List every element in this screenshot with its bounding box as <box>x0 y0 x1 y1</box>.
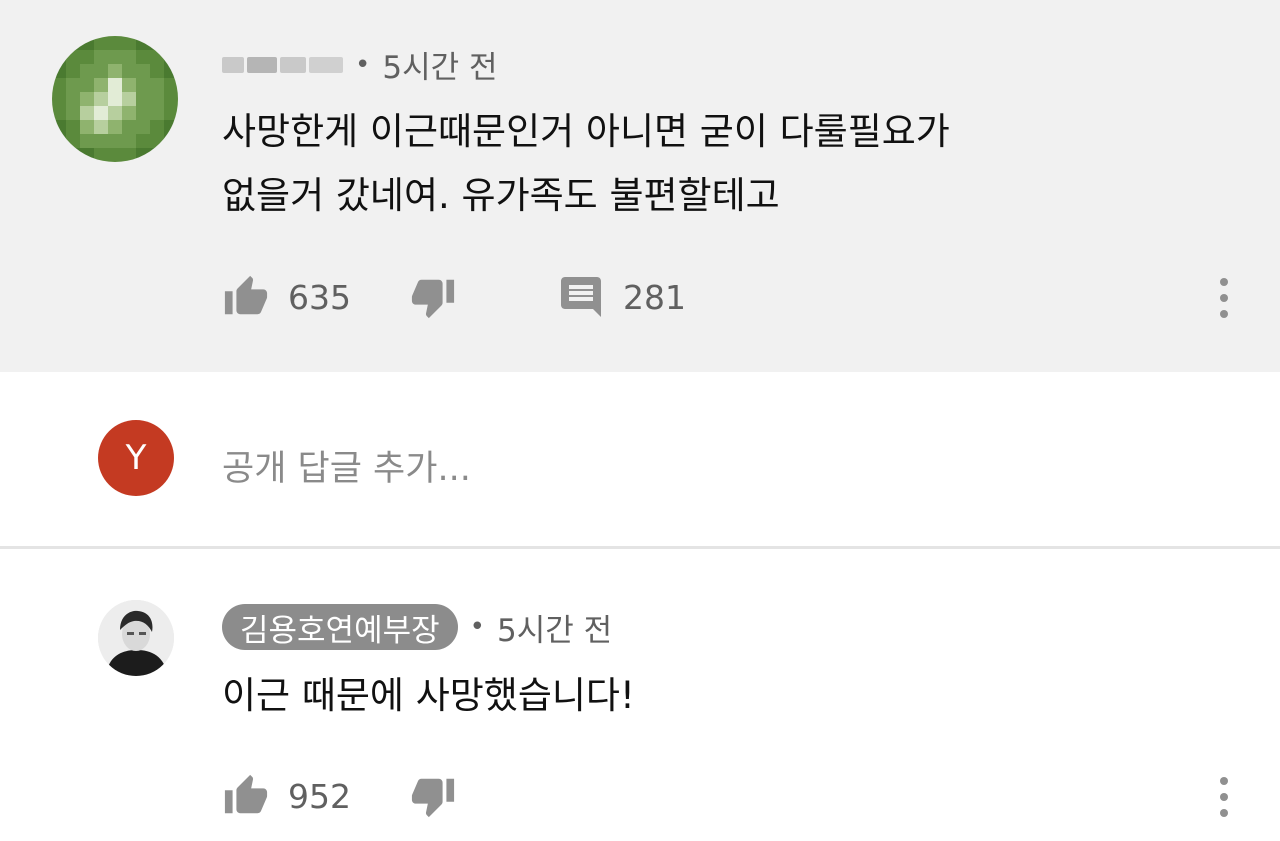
comment-time-2: 5시간 전 <box>496 612 613 649</box>
like-button-2[interactable] <box>222 772 270 820</box>
reply-input[interactable]: 공개 답글 추가... <box>222 440 471 491</box>
comment-actions: 635 281 <box>222 273 686 321</box>
commenter-avatar[interactable] <box>52 36 178 162</box>
more-vert-icon <box>1220 777 1228 785</box>
comment-text-2: 이근 때문에 사망했습니다! <box>222 674 635 717</box>
thumb-down-icon <box>411 778 455 818</box>
more-options-button[interactable] <box>1209 268 1239 328</box>
like-count-2: 952 <box>288 776 351 816</box>
comment-icon <box>561 277 601 317</box>
like-button[interactable] <box>222 273 270 321</box>
author-name-chip[interactable]: 김용호연예부장 <box>222 604 458 650</box>
comment-text-line-2: 없을거 갔네여. 유가족도 불편할테고 <box>222 174 780 217</box>
like-count: 635 <box>288 277 351 317</box>
comment-text-line-1: 사망한게 이근때문인거 아니면 굳이 다룰필요가 <box>222 110 950 153</box>
reply-button[interactable] <box>557 273 605 321</box>
thumb-up-icon <box>224 774 268 814</box>
comment-time: 5시간 전 <box>382 50 498 86</box>
dislike-button-2[interactable] <box>409 772 457 820</box>
separator-dot: • <box>355 49 371 80</box>
comment-meta: • 5시간 전 <box>222 42 497 87</box>
blurred-author-name[interactable] <box>222 53 343 77</box>
person-photo-icon <box>98 600 174 676</box>
user-avatar[interactable]: Y <box>98 420 174 496</box>
thumb-up-icon <box>224 275 268 315</box>
more-options-button-2[interactable] <box>1209 767 1239 827</box>
dislike-button[interactable] <box>409 273 457 321</box>
comment-actions-2: 952 <box>222 772 457 820</box>
thumb-down-icon <box>411 279 455 319</box>
divider <box>0 546 1280 549</box>
reply-count: 281 <box>623 277 686 317</box>
separator-dot: • <box>469 612 485 642</box>
more-vert-icon <box>1220 278 1228 286</box>
commenter-avatar-2[interactable] <box>98 600 174 676</box>
comment-meta-2: 김용호연예부장 • 5시간 전 <box>222 604 612 650</box>
highlighted-comment: • 5시간 전 사망한게 이근때문인거 아니면 굳이 다룰필요가 없을거 갔네여… <box>0 0 1280 372</box>
